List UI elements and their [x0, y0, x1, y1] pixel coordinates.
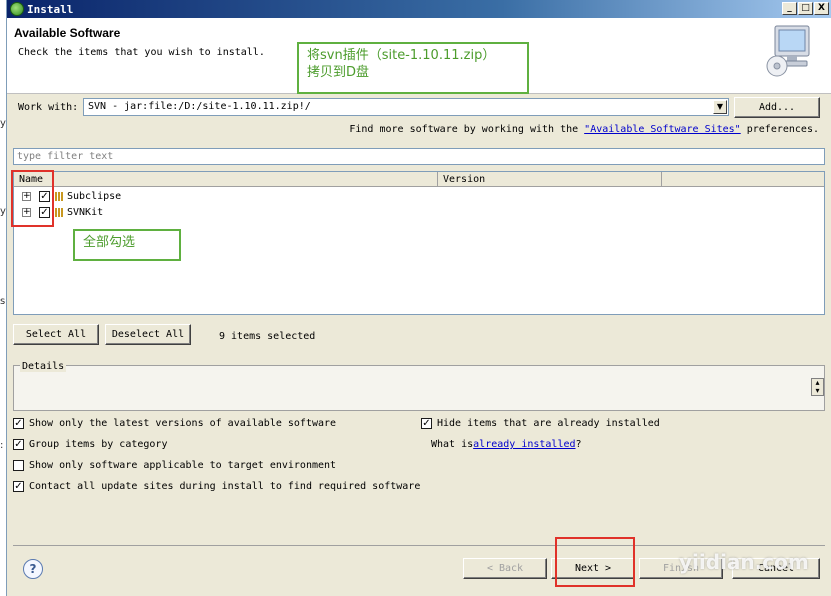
back-button[interactable]: < Back	[463, 558, 547, 579]
annotation-select-all: 全部勾选	[73, 229, 181, 261]
work-with-value: SVN - jar:file:/D:/site-1.10.11.zip!/	[88, 101, 311, 112]
tree-item-label: Subclipse	[67, 190, 122, 202]
maximize-button[interactable]: □	[798, 2, 813, 15]
checkbox-hide-installed[interactable]: ✓	[421, 418, 432, 429]
available-software-sites-link[interactable]: "Available Software Sites"	[584, 124, 741, 135]
help-icon[interactable]: ?	[23, 559, 43, 579]
category-icon	[55, 207, 63, 217]
option-target-environment[interactable]: Show only software applicable to target …	[13, 460, 336, 471]
find-more-suffix: preferences.	[740, 124, 819, 135]
background-text-fragment: s	[0, 296, 6, 307]
window-title: Install	[27, 2, 74, 16]
category-icon	[55, 191, 63, 201]
add-button[interactable]: Add...	[734, 97, 820, 118]
already-installed-text: What is already installed?	[431, 439, 582, 450]
annotation-line: 将svn插件（site-1.10.11.zip）	[307, 48, 496, 63]
dropdown-arrow-icon[interactable]: ▼	[713, 100, 727, 114]
work-with-combo[interactable]: SVN - jar:file:/D:/site-1.10.11.zip!/ ▼	[83, 98, 729, 116]
background-text-fragment: y	[0, 206, 6, 217]
close-button[interactable]: X	[814, 2, 829, 15]
checkbox-contact-sites[interactable]: ✓	[13, 481, 24, 492]
deselect-all-button[interactable]: Deselect All	[105, 324, 191, 345]
selection-status: 9 items selected	[219, 331, 316, 342]
highlight-next-button	[555, 537, 635, 587]
option-latest-versions[interactable]: ✓ Show only the latest versions of avail…	[13, 418, 336, 429]
option-contact-sites[interactable]: ✓ Contact all update sites during instal…	[13, 481, 420, 492]
details-label: Details	[20, 361, 67, 372]
column-version[interactable]: Version	[438, 172, 662, 187]
highlight-checkboxes	[11, 170, 54, 227]
page-description: Check the items that you wish to install…	[18, 47, 265, 58]
watermark: yiidian.com	[679, 550, 809, 574]
option-label: Show only software applicable to target …	[29, 460, 337, 471]
details-panel: ▴ ▾	[13, 365, 825, 411]
minimize-button[interactable]: _	[782, 2, 797, 15]
title-bar[interactable]: Install _ □ X	[7, 0, 831, 18]
background-text-fragment: :	[0, 440, 4, 451]
option-label: Contact all update sites during install …	[29, 481, 421, 492]
option-label: Hide items that are already installed	[437, 418, 660, 429]
details-scroll-icon[interactable]: ▴ ▾	[811, 378, 824, 396]
find-more-prefix: Find more software by working with the	[349, 124, 585, 135]
background-text-fragment: y	[0, 118, 6, 129]
tree-item-label: SVNKit	[67, 206, 104, 218]
filter-input[interactable]: type filter text	[13, 148, 825, 165]
option-label: Group items by category	[29, 439, 168, 450]
already-installed-link[interactable]: already installed	[473, 439, 575, 450]
page-title: Available Software	[14, 26, 121, 40]
checkbox-group-by-category[interactable]: ✓	[13, 439, 24, 450]
select-all-button[interactable]: Select All	[13, 324, 99, 345]
option-hide-installed[interactable]: ✓ Hide items that are already installed	[421, 418, 660, 429]
already-installed-suffix: ?	[575, 439, 582, 450]
annotation-copy-to-d-drive: 将svn插件（site-1.10.11.zip） 拷贝到D盘	[297, 42, 529, 94]
already-installed-prefix: What is	[431, 439, 474, 450]
eclipse-icon	[10, 2, 24, 16]
option-group-by-category[interactable]: ✓ Group items by category	[13, 439, 167, 450]
find-more-text: Find more software by working with the "…	[349, 124, 819, 135]
annotation-line: 拷贝到D盘	[307, 65, 370, 80]
option-label: Show only the latest versions of availab…	[29, 418, 337, 429]
checkbox-latest-versions[interactable]: ✓	[13, 418, 24, 429]
install-computer-icon	[766, 25, 810, 77]
work-with-label: Work with:	[18, 102, 79, 113]
column-name[interactable]: Name	[14, 172, 438, 187]
checkbox-target-environment[interactable]	[13, 460, 24, 471]
footer-separator	[13, 545, 825, 546]
tree-header: Name Version	[14, 172, 824, 187]
